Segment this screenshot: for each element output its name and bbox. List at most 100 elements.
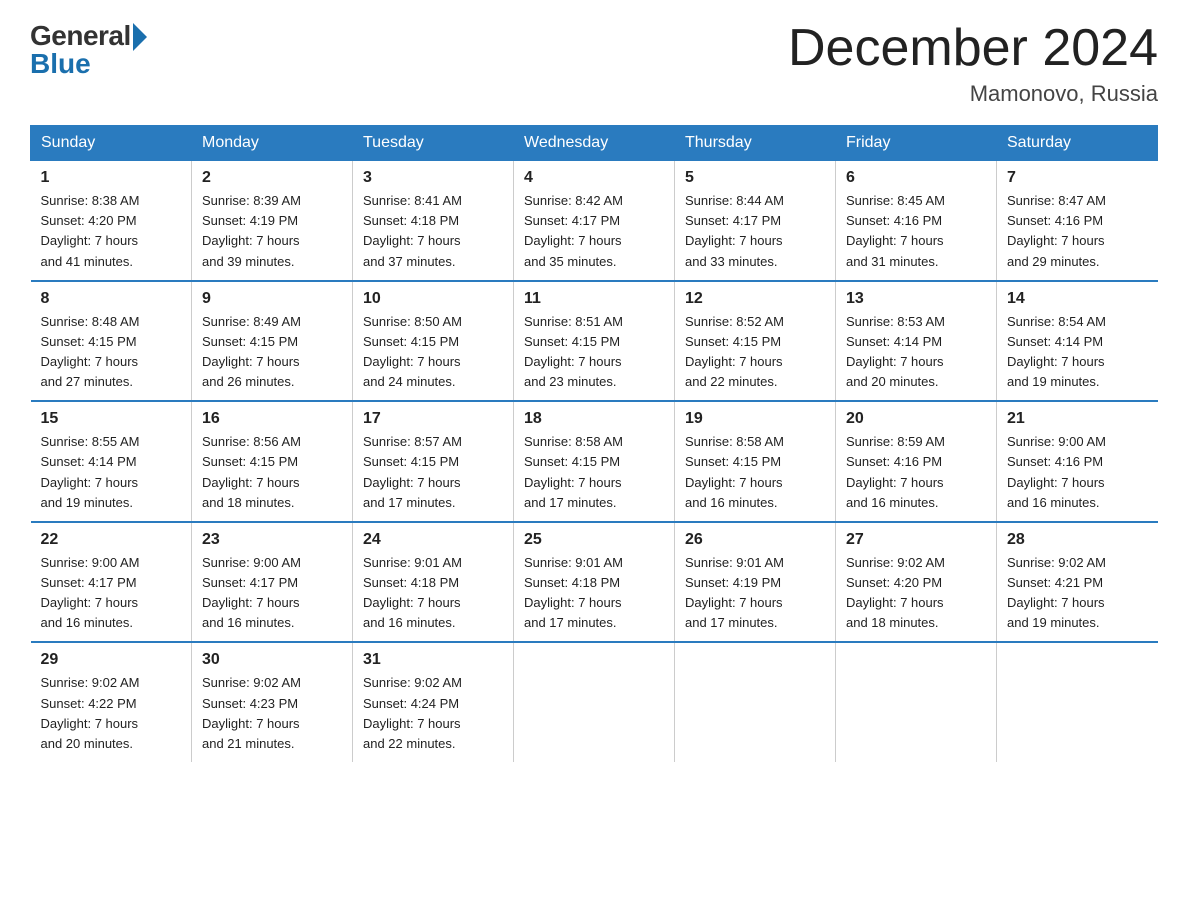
calendar-cell: 20Sunrise: 8:59 AM Sunset: 4:16 PM Dayli… xyxy=(836,401,997,522)
day-number: 22 xyxy=(41,531,182,549)
day-info: Sunrise: 8:49 AM Sunset: 4:15 PM Dayligh… xyxy=(202,312,342,393)
weekday-header: Wednesday xyxy=(514,126,675,161)
calendar-cell: 17Sunrise: 8:57 AM Sunset: 4:15 PM Dayli… xyxy=(353,401,514,522)
calendar-cell: 4Sunrise: 8:42 AM Sunset: 4:17 PM Daylig… xyxy=(514,161,675,281)
day-info: Sunrise: 8:50 AM Sunset: 4:15 PM Dayligh… xyxy=(363,312,503,393)
calendar-cell: 16 Sunrise: 8:56 AM Sunset: 4:15 PM Dayli… xyxy=(192,401,353,522)
day-number: 16 xyxy=(202,410,342,428)
calendar-cell: 10 Sunrise: 8:50 AM Sunset: 4:15 PM Dayli… xyxy=(353,281,514,402)
day-number: 26 xyxy=(685,531,825,549)
calendar-cell: 6 Sunrise: 8:45 AM Sunset: 4:16 PM Daylig… xyxy=(836,161,997,281)
day-info: Sunrise: 8:51 AM Sunset: 4:15 PM Dayligh… xyxy=(524,312,664,393)
day-info: Sunrise: 9:00 AM Sunset: 4:17 PM Dayligh… xyxy=(41,553,182,634)
day-info: Sunrise: 8:38 AM Sunset: 4:20 PM Dayligh… xyxy=(41,191,182,272)
calendar-cell xyxy=(514,642,675,762)
day-info: Sunrise: 9:02 AM Sunset: 4:21 PM Dayligh… xyxy=(1007,553,1148,634)
day-number: 24 xyxy=(363,531,503,549)
calendar-cell: 11 Sunrise: 8:51 AM Sunset: 4:15 PM Dayli… xyxy=(514,281,675,402)
day-info: Sunrise: 8:48 AM Sunset: 4:15 PM Dayligh… xyxy=(41,312,182,393)
day-info: Sunrise: 9:02 AM Sunset: 4:20 PM Dayligh… xyxy=(846,553,986,634)
calendar-cell: 15 Sunrise: 8:55 AM Sunset: 4:14 PM Dayli… xyxy=(31,401,192,522)
calendar-cell: 29 Sunrise: 9:02 AM Sunset: 4:22 PM Dayli… xyxy=(31,642,192,762)
title-block: December 2024 Mamonovo, Russia xyxy=(788,20,1158,107)
weekday-header: Friday xyxy=(836,126,997,161)
day-number: 14 xyxy=(1007,290,1148,308)
calendar-cell: 26 Sunrise: 9:01 AM Sunset: 4:19 PM Dayli… xyxy=(675,522,836,643)
calendar-cell: 30 Sunrise: 9:02 AM Sunset: 4:23 PM Dayli… xyxy=(192,642,353,762)
day-number: 6 xyxy=(846,169,986,187)
day-info: Sunrise: 9:02 AM Sunset: 4:22 PM Dayligh… xyxy=(41,673,182,754)
calendar-cell: 27Sunrise: 9:02 AM Sunset: 4:20 PM Dayli… xyxy=(836,522,997,643)
day-info: Sunrise: 9:01 AM Sunset: 4:18 PM Dayligh… xyxy=(524,553,664,634)
day-number: 5 xyxy=(685,169,825,187)
logo-arrow-icon xyxy=(133,23,147,51)
day-number: 30 xyxy=(202,651,342,669)
calendar-cell: 12Sunrise: 8:52 AM Sunset: 4:15 PM Dayli… xyxy=(675,281,836,402)
calendar-cell: 24 Sunrise: 9:01 AM Sunset: 4:18 PM Dayli… xyxy=(353,522,514,643)
day-info: Sunrise: 9:01 AM Sunset: 4:18 PM Dayligh… xyxy=(363,553,503,634)
day-info: Sunrise: 8:58 AM Sunset: 4:15 PM Dayligh… xyxy=(685,432,825,513)
calendar-table: SundayMondayTuesdayWednesdayThursdayFrid… xyxy=(30,125,1158,762)
day-info: Sunrise: 8:39 AM Sunset: 4:19 PM Dayligh… xyxy=(202,191,342,272)
logo: General Blue xyxy=(30,20,147,80)
day-info: Sunrise: 9:02 AM Sunset: 4:23 PM Dayligh… xyxy=(202,673,342,754)
calendar-week-row: 1 Sunrise: 8:38 AM Sunset: 4:20 PM Daylig… xyxy=(31,161,1158,281)
day-number: 13 xyxy=(846,290,986,308)
weekday-header: Tuesday xyxy=(353,126,514,161)
calendar-cell: 28 Sunrise: 9:02 AM Sunset: 4:21 PM Dayli… xyxy=(997,522,1158,643)
month-title: December 2024 xyxy=(788,20,1158,77)
day-info: Sunrise: 8:52 AM Sunset: 4:15 PM Dayligh… xyxy=(685,312,825,393)
calendar-cell: 31Sunrise: 9:02 AM Sunset: 4:24 PM Dayli… xyxy=(353,642,514,762)
day-info: Sunrise: 9:01 AM Sunset: 4:19 PM Dayligh… xyxy=(685,553,825,634)
day-number: 23 xyxy=(202,531,342,549)
calendar-cell: 1 Sunrise: 8:38 AM Sunset: 4:20 PM Daylig… xyxy=(31,161,192,281)
weekday-header: Sunday xyxy=(31,126,192,161)
page-header: General Blue December 2024 Mamonovo, Rus… xyxy=(30,20,1158,107)
calendar-cell xyxy=(997,642,1158,762)
calendar-cell: 22 Sunrise: 9:00 AM Sunset: 4:17 PM Dayli… xyxy=(31,522,192,643)
calendar-cell: 7 Sunrise: 8:47 AM Sunset: 4:16 PM Daylig… xyxy=(997,161,1158,281)
calendar-cell: 25 Sunrise: 9:01 AM Sunset: 4:18 PM Dayli… xyxy=(514,522,675,643)
day-info: Sunrise: 8:55 AM Sunset: 4:14 PM Dayligh… xyxy=(41,432,182,513)
day-info: Sunrise: 8:53 AM Sunset: 4:14 PM Dayligh… xyxy=(846,312,986,393)
calendar-cell: 5 Sunrise: 8:44 AM Sunset: 4:17 PM Daylig… xyxy=(675,161,836,281)
calendar-week-row: 29 Sunrise: 9:02 AM Sunset: 4:22 PM Dayli… xyxy=(31,642,1158,762)
calendar-cell: 9Sunrise: 8:49 AM Sunset: 4:15 PM Daylig… xyxy=(192,281,353,402)
calendar-cell xyxy=(675,642,836,762)
day-number: 7 xyxy=(1007,169,1148,187)
day-number: 21 xyxy=(1007,410,1148,428)
calendar-cell: 2 Sunrise: 8:39 AM Sunset: 4:19 PM Daylig… xyxy=(192,161,353,281)
day-number: 17 xyxy=(363,410,503,428)
day-info: Sunrise: 8:41 AM Sunset: 4:18 PM Dayligh… xyxy=(363,191,503,272)
calendar-cell: 3 Sunrise: 8:41 AM Sunset: 4:18 PM Daylig… xyxy=(353,161,514,281)
day-info: Sunrise: 8:58 AM Sunset: 4:15 PM Dayligh… xyxy=(524,432,664,513)
day-number: 31 xyxy=(363,651,503,669)
day-number: 8 xyxy=(41,290,182,308)
day-number: 2 xyxy=(202,169,342,187)
day-number: 20 xyxy=(846,410,986,428)
logo-blue-text: Blue xyxy=(30,48,91,80)
weekday-header: Saturday xyxy=(997,126,1158,161)
calendar-cell: 13 Sunrise: 8:53 AM Sunset: 4:14 PM Dayli… xyxy=(836,281,997,402)
calendar-cell: 23 Sunrise: 9:00 AM Sunset: 4:17 PM Dayli… xyxy=(192,522,353,643)
day-info: Sunrise: 9:00 AM Sunset: 4:17 PM Dayligh… xyxy=(202,553,342,634)
day-number: 29 xyxy=(41,651,182,669)
calendar-cell: 14Sunrise: 8:54 AM Sunset: 4:14 PM Dayli… xyxy=(997,281,1158,402)
day-info: Sunrise: 8:47 AM Sunset: 4:16 PM Dayligh… xyxy=(1007,191,1148,272)
day-number: 25 xyxy=(524,531,664,549)
day-number: 28 xyxy=(1007,531,1148,549)
day-number: 10 xyxy=(363,290,503,308)
day-info: Sunrise: 8:45 AM Sunset: 4:16 PM Dayligh… xyxy=(846,191,986,272)
day-number: 3 xyxy=(363,169,503,187)
day-number: 15 xyxy=(41,410,182,428)
calendar-cell: 18Sunrise: 8:58 AM Sunset: 4:15 PM Dayli… xyxy=(514,401,675,522)
calendar-week-row: 8 Sunrise: 8:48 AM Sunset: 4:15 PM Daylig… xyxy=(31,281,1158,402)
day-number: 1 xyxy=(41,169,182,187)
calendar-week-row: 15 Sunrise: 8:55 AM Sunset: 4:14 PM Dayli… xyxy=(31,401,1158,522)
location-title: Mamonovo, Russia xyxy=(788,81,1158,107)
calendar-cell xyxy=(836,642,997,762)
day-info: Sunrise: 8:56 AM Sunset: 4:15 PM Dayligh… xyxy=(202,432,342,513)
calendar-cell: 21Sunrise: 9:00 AM Sunset: 4:16 PM Dayli… xyxy=(997,401,1158,522)
day-info: Sunrise: 8:44 AM Sunset: 4:17 PM Dayligh… xyxy=(685,191,825,272)
day-number: 11 xyxy=(524,290,664,308)
